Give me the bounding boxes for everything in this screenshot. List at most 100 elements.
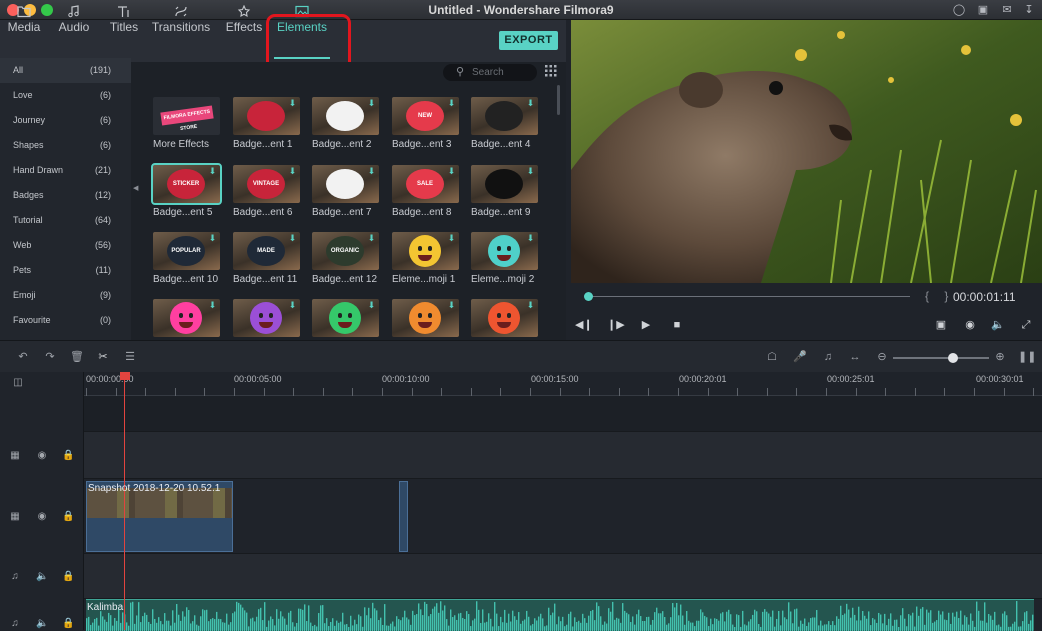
eye-icon[interactable]: ◉ <box>36 450 48 462</box>
download-icon[interactable]: ⬇ <box>447 300 456 310</box>
titles-icon <box>118 6 129 17</box>
grid-view-icon[interactable] <box>545 65 557 77</box>
category-count: (9) <box>100 290 111 300</box>
step-back-icon[interactable]: ◀❙ <box>575 318 593 332</box>
video-clip[interactable]: Snapshot 2018-12-20 10.52.1 <box>86 481 233 552</box>
category-count: (6) <box>100 140 111 150</box>
download-icon[interactable]: ⬇ <box>288 300 297 310</box>
element-caption: Badge...ent 5 <box>153 207 213 218</box>
download-icon[interactable]: ⬇ <box>367 233 376 243</box>
download-icon[interactable]: ⬇ <box>288 98 297 108</box>
category-collapse-bar[interactable] <box>131 62 141 340</box>
preview-scrubber-handle[interactable] <box>584 292 593 301</box>
download-icon[interactable]: ⬇ <box>447 166 456 176</box>
marker-icon[interactable]: ☖ <box>765 350 779 364</box>
category-item[interactable]: Emoji (9) <box>0 283 131 308</box>
timeline-playhead[interactable] <box>124 372 125 630</box>
category-item[interactable]: Love (6) <box>0 83 131 108</box>
element-caption: Badge...ent 8 <box>392 207 452 218</box>
track-row-video-2 <box>84 431 1042 479</box>
download-icon[interactable]: ⬇ <box>208 166 217 176</box>
download-icon[interactable]: ⬇ <box>367 166 376 176</box>
category-item[interactable]: Journey (6) <box>0 108 131 133</box>
category-item[interactable]: Shapes (6) <box>0 133 131 158</box>
tab-transitions[interactable]: Transitions <box>150 0 212 42</box>
ruler-label: 00:00:25:01 <box>827 374 875 384</box>
audio-mixer-icon[interactable]: ♫ <box>821 350 835 364</box>
element-thumbnail[interactable]: FILMORA EFFECTS STORE <box>153 97 220 135</box>
element-caption: Badge...ent 9 <box>471 207 531 218</box>
download-icon[interactable]: ⬇ <box>367 98 376 108</box>
download-icon[interactable]: ↧ <box>1022 3 1036 17</box>
play-pause-icon[interactable]: ❙▶ <box>607 318 625 332</box>
cart-icon[interactable]: ▣ <box>976 3 990 17</box>
download-icon[interactable]: ⬇ <box>526 233 535 243</box>
category-count: (6) <box>100 90 111 100</box>
tab-audio[interactable]: Audio <box>54 0 94 42</box>
category-item[interactable]: Web (56) <box>0 233 131 258</box>
snapshot-icon[interactable]: ◉ <box>963 318 977 332</box>
ruler-tick <box>293 388 294 396</box>
emoji-sticker <box>488 302 520 334</box>
category-item[interactable]: Favourite (0) <box>0 308 131 333</box>
mail-icon[interactable]: ✉ <box>1000 3 1014 17</box>
volume-icon[interactable]: 🔈 <box>991 318 1005 332</box>
delete-icon[interactable]: 🗑 <box>70 350 84 364</box>
undo-icon[interactable]: ↶ <box>16 350 30 364</box>
download-icon[interactable]: ⬇ <box>447 98 456 108</box>
voiceover-icon[interactable]: 🎤 <box>793 350 807 364</box>
film-icon: ▦ <box>10 511 20 522</box>
audio-clip[interactable]: Kalimba <box>86 599 1034 631</box>
tab-titles[interactable]: Titles <box>104 0 144 42</box>
ruler-label: 00:00:20:01 <box>679 374 727 384</box>
preview-scrubber[interactable] <box>588 296 910 297</box>
tab-effects[interactable]: Effects <box>222 0 266 42</box>
download-icon[interactable]: ⬇ <box>288 166 297 176</box>
eye-icon[interactable]: ◉ <box>36 511 48 523</box>
lock-icon[interactable]: 🔒 <box>62 618 74 630</box>
download-icon[interactable]: ⬇ <box>208 233 217 243</box>
download-icon[interactable]: ⬇ <box>526 98 535 108</box>
render-preview-icon[interactable]: ▣ <box>934 318 948 332</box>
ruler-label: 00:00:30:01 <box>976 374 1024 384</box>
fit-timeline-icon[interactable]: ↔ <box>848 350 862 364</box>
panel-handle-icon[interactable]: ❚❚ <box>1018 350 1036 364</box>
lock-icon[interactable]: 🔒 <box>62 511 74 523</box>
emoji-sticker <box>409 302 441 334</box>
tab-media[interactable]: Media <box>4 0 44 42</box>
category-item[interactable]: Tutorial (64) <box>0 208 131 233</box>
zoom-slider[interactable] <box>893 357 989 359</box>
fullscreen-icon[interactable]: ⤢ <box>1019 318 1033 332</box>
redo-icon[interactable]: ↷ <box>43 350 57 364</box>
lock-icon[interactable]: 🔒 <box>62 450 74 462</box>
search-input[interactable]: ⚲ Search <box>443 64 537 81</box>
grid-scrollbar[interactable] <box>557 85 560 115</box>
add-track-icon[interactable]: ◫ <box>10 377 26 389</box>
mark-in-out-icon[interactable]: { } <box>925 289 954 303</box>
lock-icon[interactable]: 🔒 <box>62 571 74 583</box>
video-clip-small[interactable] <box>399 481 408 552</box>
download-icon[interactable]: ⬇ <box>526 300 535 310</box>
zoom-in-icon[interactable]: ⊕ <box>993 350 1007 364</box>
account-icon[interactable]: ◯ <box>952 3 966 17</box>
adjust-icon[interactable]: ☰ <box>123 350 137 364</box>
zoom-out-icon[interactable]: ⊖ <box>875 350 889 364</box>
download-icon[interactable]: ⬇ <box>526 166 535 176</box>
stop-icon[interactable]: ■ <box>670 318 684 332</box>
download-icon[interactable]: ⬇ <box>288 233 297 243</box>
download-icon[interactable]: ⬇ <box>208 300 217 310</box>
category-item[interactable]: All (191) <box>0 58 131 83</box>
playhead-handle[interactable] <box>120 372 130 380</box>
category-item[interactable]: Hand Drawn (21) <box>0 158 131 183</box>
export-button[interactable]: EXPORT <box>499 31 558 50</box>
download-icon[interactable]: ⬇ <box>367 300 376 310</box>
zoom-slider-handle[interactable] <box>948 353 958 363</box>
play-icon[interactable]: ▶ <box>639 318 653 332</box>
download-icon[interactable]: ⬇ <box>447 233 456 243</box>
speaker-icon[interactable]: 🔈 <box>36 618 48 630</box>
speaker-icon[interactable]: 🔈 <box>36 571 48 583</box>
chevron-left-icon[interactable]: ◀ <box>133 184 138 192</box>
category-item[interactable]: Badges (12) <box>0 183 131 208</box>
category-item[interactable]: Pets (11) <box>0 258 131 283</box>
cut-icon[interactable]: ✂ <box>96 350 110 364</box>
